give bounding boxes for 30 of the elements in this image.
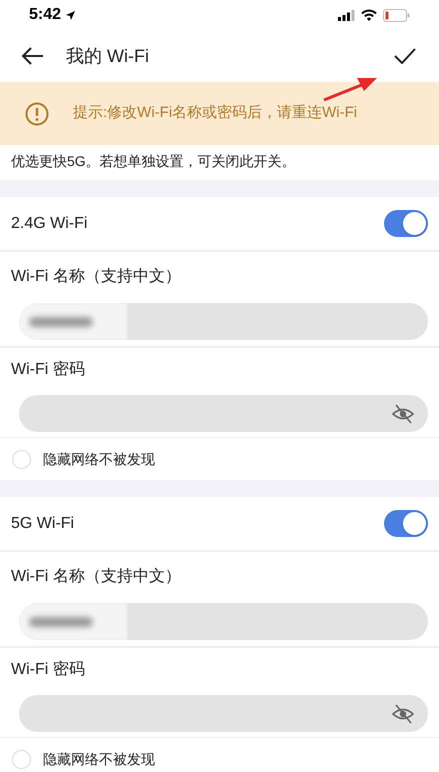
eye-hidden-icon[interactable]	[392, 704, 414, 724]
warning-icon	[25, 102, 49, 126]
option-label: 隐藏网络不被发现	[43, 750, 155, 768]
field-label: Wi-Fi 名称（支持中文）	[11, 566, 182, 587]
field-label: Wi-Fi 密码	[11, 360, 86, 380]
signal-icon	[338, 10, 355, 20]
radio-button[interactable]	[12, 750, 31, 768]
battery-icon	[383, 8, 410, 22]
toggle-switch[interactable]	[384, 510, 428, 537]
field-label: Wi-Fi 密码	[11, 660, 86, 680]
page-title: 我的 Wi-Fi	[66, 44, 150, 68]
eye-hidden-icon[interactable]	[392, 404, 414, 424]
radio-button[interactable]	[12, 450, 31, 468]
arrow-annotation	[322, 76, 379, 102]
password-field[interactable]	[19, 695, 428, 732]
band-label: 2.4G Wi-Fi	[11, 214, 88, 234]
password-field[interactable]	[19, 395, 428, 432]
description-text: 优选更快5G。若想单独设置，可关闭此开关。	[11, 153, 296, 169]
status-time: 5:42	[29, 5, 62, 25]
toggle-switch[interactable]	[384, 210, 428, 237]
wifi-icon	[361, 9, 377, 21]
checkmark-icon[interactable]	[394, 48, 416, 64]
band-label: 5G Wi-Fi	[11, 514, 74, 534]
name-field[interactable]	[19, 303, 428, 340]
back-icon[interactable]	[22, 47, 44, 65]
notice-text: 提示:修改Wi-Fi名称或密码后，请重连Wi-Fi	[73, 103, 358, 124]
location-icon	[65, 10, 76, 20]
name-field[interactable]	[19, 603, 428, 640]
field-label: Wi-Fi 名称（支持中文）	[11, 266, 182, 287]
option-label: 隐藏网络不被发现	[43, 450, 155, 468]
